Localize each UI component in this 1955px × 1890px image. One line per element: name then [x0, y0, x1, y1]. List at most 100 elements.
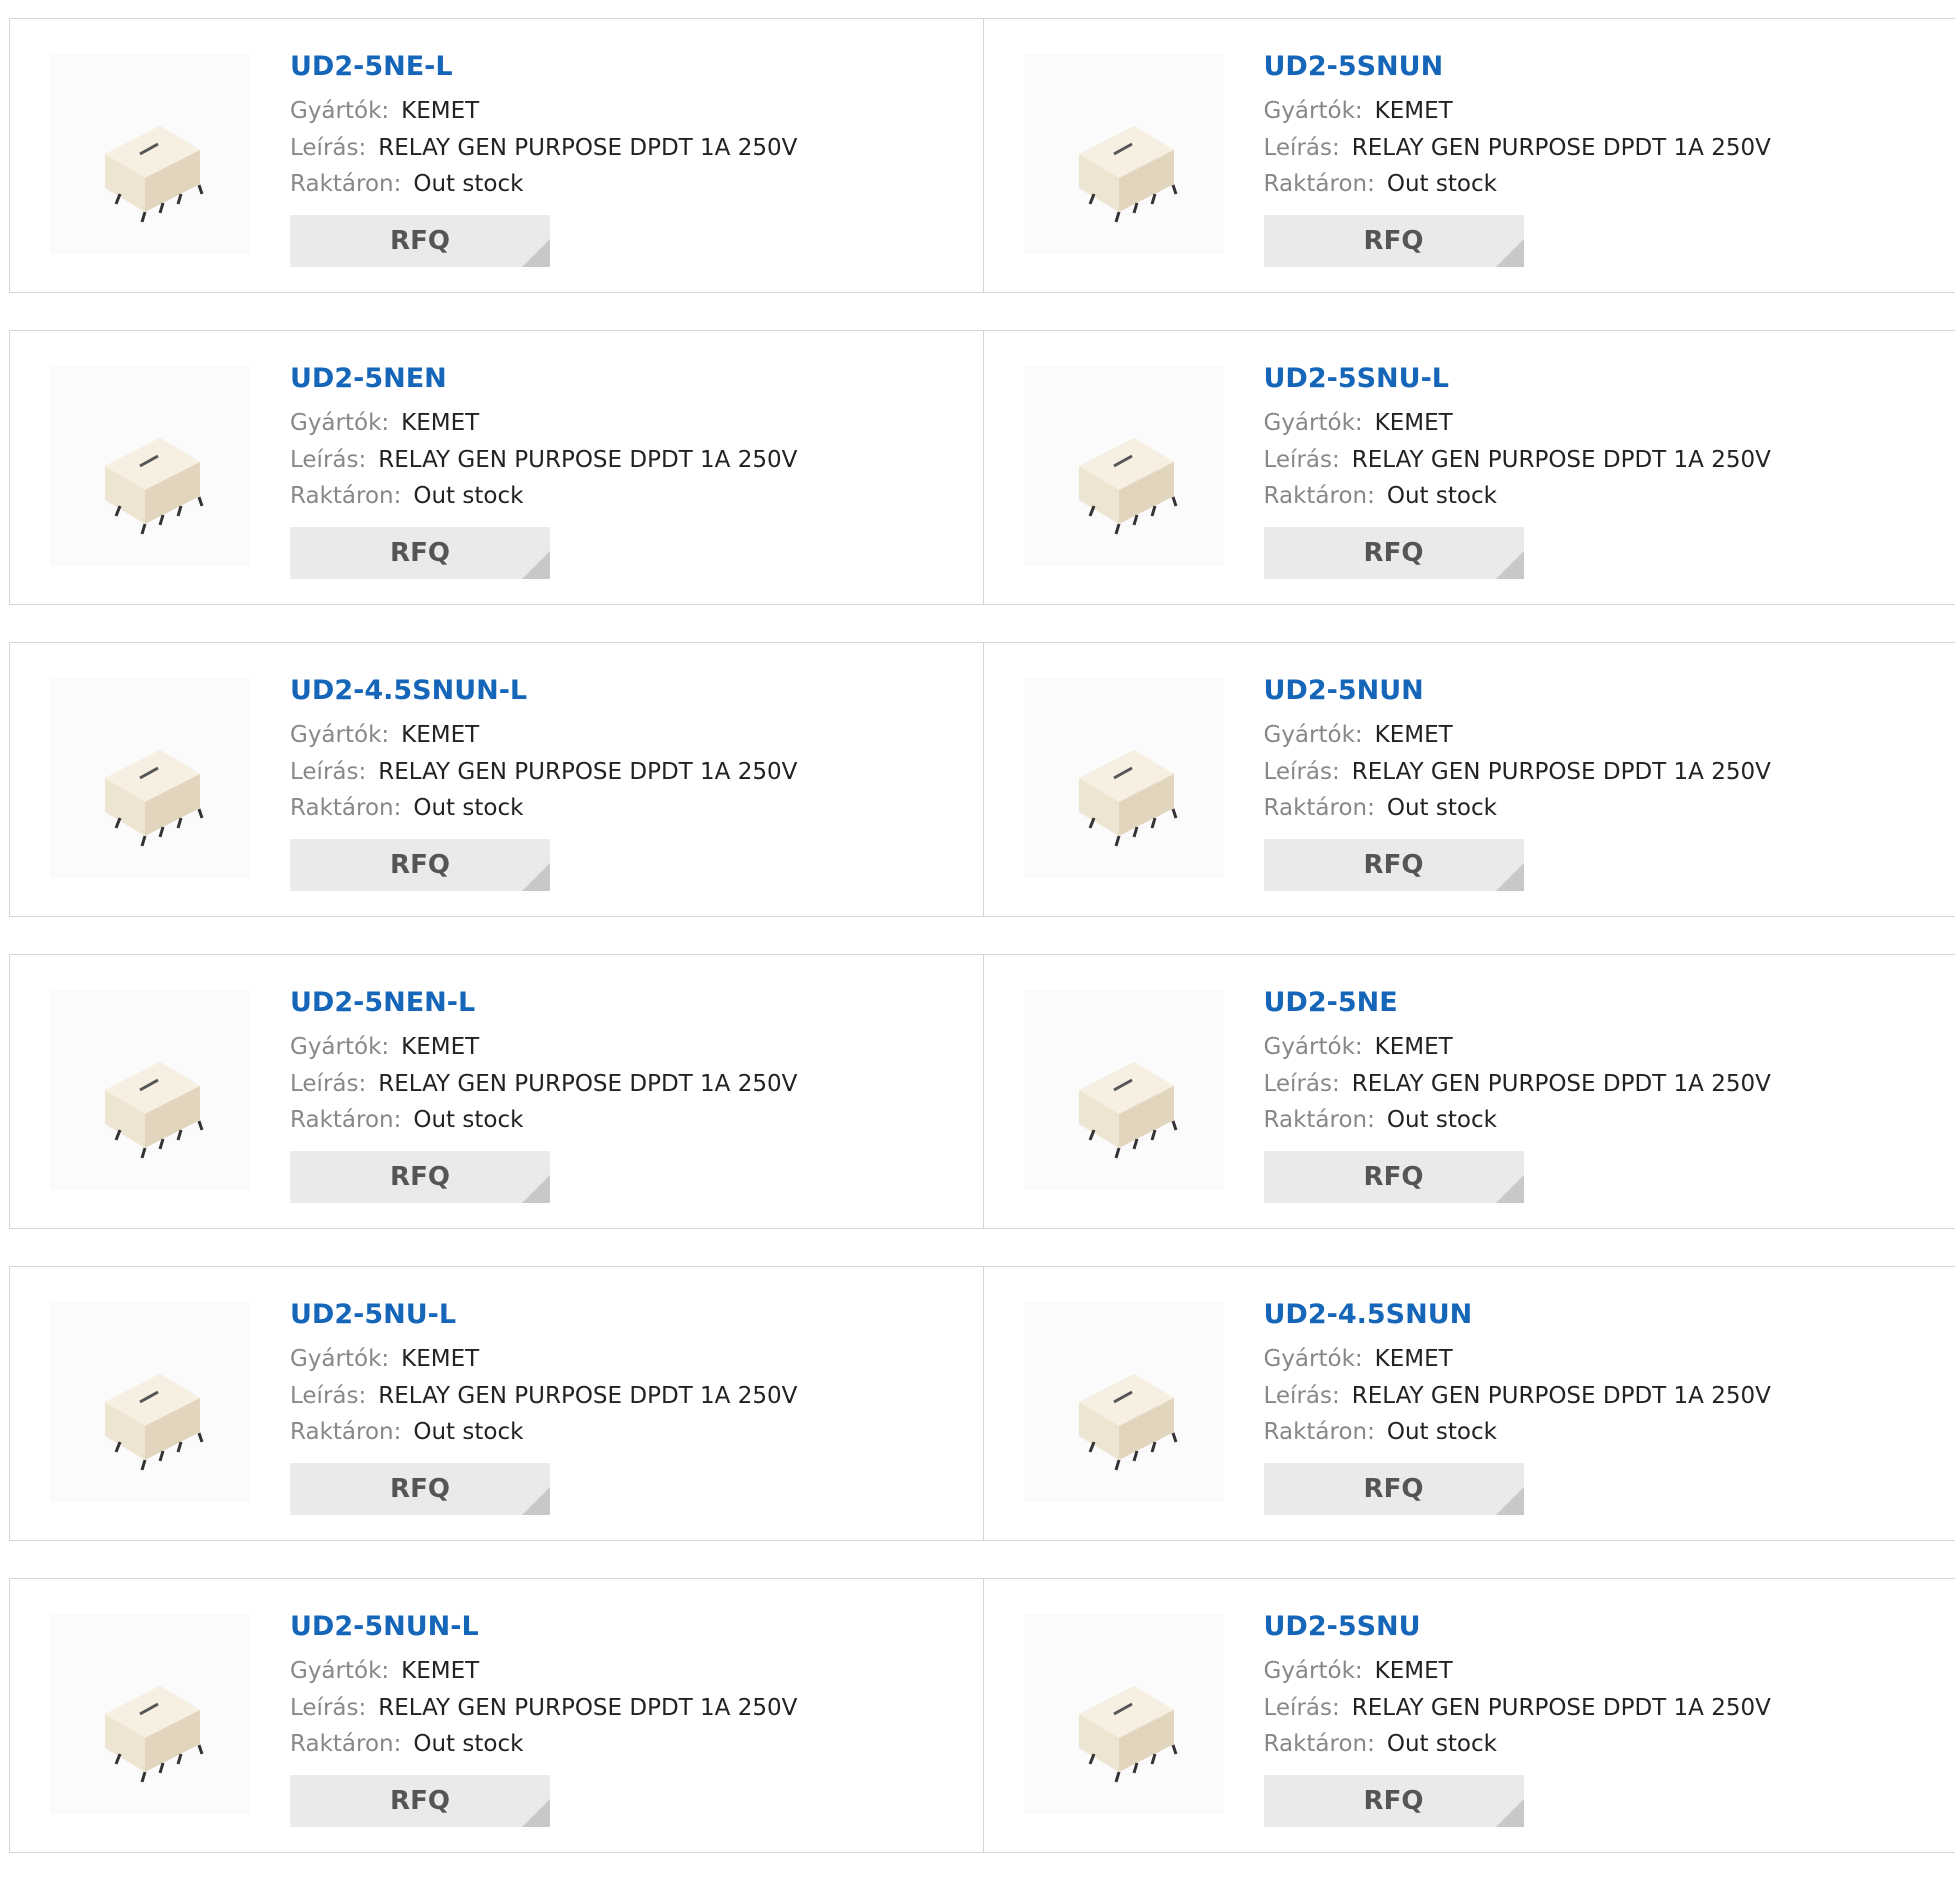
stock-label: Raktáron: [290, 171, 401, 197]
part-number-link[interactable]: UD2-4.5SNUN-L [290, 673, 797, 709]
stock-line: Raktáron:Out stock [290, 478, 797, 515]
product-image[interactable] [1024, 990, 1224, 1190]
relay-icon [50, 1614, 250, 1814]
description-label: Leírás: [1264, 1695, 1340, 1721]
rfq-label: RFQ [390, 226, 450, 256]
product-row: UD2-5NEN-L Gyártók: KEMET Leírás:RELAY GE… [9, 954, 1955, 1229]
product-image[interactable] [50, 366, 250, 566]
manufacturer-value: KEMET [401, 1346, 479, 1372]
corner-triangle-icon [1496, 239, 1524, 267]
product-image[interactable] [1024, 366, 1224, 566]
product-image[interactable] [50, 1614, 250, 1814]
manufacturer-value: KEMET [401, 1034, 479, 1060]
description-line: Leírás:RELAY GEN PURPOSE DPDT 1A 250V [1264, 1690, 1771, 1727]
relay-icon [50, 1302, 250, 1502]
product-card: UD2-5SNU-L Gyártók:KEMET Leírás:RELAY GE… [983, 331, 1955, 604]
part-number-link[interactable]: UD2-5NUN [1264, 673, 1771, 709]
stock-line: Raktáron:Out stock [1264, 1726, 1771, 1763]
part-number-link[interactable]: UD2-5NEN [290, 361, 797, 397]
corner-triangle-icon [522, 1487, 550, 1515]
part-number-link[interactable]: UD2-5SNUN [1264, 49, 1771, 85]
part-number-link[interactable]: UD2-5NE [1264, 985, 1771, 1021]
product-image[interactable] [50, 990, 250, 1190]
rfq-button[interactable]: RFQ [290, 215, 550, 267]
rfq-button[interactable]: RFQ [290, 839, 550, 891]
description-line: Leírás:RELAY GEN PURPOSE DPDT 1A 250V [290, 130, 797, 167]
manufacturer-value: KEMET [1375, 1658, 1453, 1684]
description-line: Leírás:RELAY GEN PURPOSE DPDT 1A 250V [1264, 1066, 1771, 1103]
part-number-link[interactable]: UD2-5SNU-L [1264, 361, 1771, 397]
part-number-link[interactable]: UD2-5NE-L [290, 49, 797, 85]
product-card: UD2-5NUN-L Gyártók:KEMET Leírás:RELAY GE… [10, 1579, 983, 1852]
relay-icon [1024, 54, 1224, 254]
stock-line: Raktáron:Out stock [1264, 790, 1771, 827]
manufacturer-value: KEMET [1375, 410, 1453, 436]
stock-value: Out stock [1387, 795, 1497, 821]
description-label: Leírás: [290, 1695, 366, 1721]
stock-line: Raktáron: Out stock [1264, 166, 1771, 203]
stock-value: Out stock [413, 1731, 523, 1757]
manufacturer-value: KEMET [1375, 1034, 1453, 1060]
stock-value: Out stock [1387, 171, 1497, 197]
relay-icon [50, 990, 250, 1190]
description-line: Leírás:RELAY GEN PURPOSE DPDT 1A 250V [290, 1690, 797, 1727]
description-value: RELAY GEN PURPOSE DPDT 1A 250V [1352, 135, 1771, 161]
part-number-link[interactable]: UD2-5NUN-L [290, 1609, 797, 1645]
part-number-link[interactable]: UD2-5NEN-L [290, 985, 797, 1021]
rfq-label: RFQ [390, 1474, 450, 1504]
rfq-button[interactable]: RFQ [290, 1151, 550, 1203]
part-number-link[interactable]: UD2-4.5SNUN [1264, 1297, 1771, 1333]
product-card: UD2-5NEN-L Gyártók: KEMET Leírás:RELAY GE… [10, 955, 983, 1228]
manufacturer-label: Gyártók: [1264, 410, 1363, 436]
description-line: Leírás:RELAY GEN PURPOSE DPDT 1A 250V [290, 754, 797, 791]
stock-label: Raktáron: [1264, 171, 1375, 197]
description-value: RELAY GEN PURPOSE DPDT 1A 250V [378, 1071, 797, 1097]
stock-line: Raktáron:Out stock [290, 1414, 797, 1451]
manufacturer-label: Gyártók: [290, 98, 389, 124]
relay-icon [1024, 366, 1224, 566]
rfq-button[interactable]: RFQ [290, 1775, 550, 1827]
rfq-label: RFQ [390, 850, 450, 880]
rfq-button[interactable]: RFQ [290, 527, 550, 579]
part-number-link[interactable]: UD2-5SNU [1264, 1609, 1771, 1645]
product-card: UD2-5SNUN Gyártók:KEMET Leírás:RELAY GEN… [983, 19, 1955, 292]
manufacturer-label: Gyártók: [290, 1034, 389, 1060]
manufacturer-line: Gyártók:KEMET [1264, 1653, 1771, 1690]
rfq-button[interactable]: RFQ [1264, 1463, 1524, 1515]
stock-line: Raktáron:Out stock [1264, 1414, 1771, 1451]
rfq-button[interactable]: RFQ [290, 1463, 550, 1515]
manufacturer-line: Gyártók:KEMET [1264, 1341, 1771, 1378]
corner-triangle-icon [1496, 1175, 1524, 1203]
corner-triangle-icon [522, 551, 550, 579]
manufacturer-line: Gyártók: KEMET [1264, 405, 1771, 442]
rfq-button[interactable]: RFQ [1264, 839, 1524, 891]
product-image[interactable] [50, 678, 250, 878]
manufacturer-line: Gyártók:KEMET [1264, 717, 1771, 754]
product-image[interactable] [50, 54, 250, 254]
product-card: UD2-5NUN Gyártók:KEMET Leírás:RELAY GEN … [983, 643, 1955, 916]
part-number-link[interactable]: UD2-5NU-L [290, 1297, 797, 1333]
rfq-button[interactable]: RFQ [1264, 1151, 1524, 1203]
product-image[interactable] [1024, 1302, 1224, 1502]
description-line: Leírás:RELAY GEN PURPOSE DPDT 1A 250V [290, 1066, 797, 1103]
product-image[interactable] [50, 1302, 250, 1502]
product-image[interactable] [1024, 1614, 1224, 1814]
product-image[interactable] [1024, 54, 1224, 254]
description-label: Leírás: [290, 1383, 366, 1409]
description-value: RELAY GEN PURPOSE DPDT 1A 250V [378, 135, 797, 161]
rfq-button[interactable]: RFQ [1264, 527, 1524, 579]
rfq-button[interactable]: RFQ [1264, 1775, 1524, 1827]
manufacturer-line: Gyártók:KEMET [290, 405, 797, 442]
product-card: UD2-5NEN Gyártók:KEMET Leírás:RELAY GEN … [10, 331, 983, 604]
stock-label: Raktáron: [290, 483, 401, 509]
stock-value: Out stock [1387, 483, 1497, 509]
product-image[interactable] [1024, 678, 1224, 878]
relay-icon [1024, 1302, 1224, 1502]
relay-icon [50, 678, 250, 878]
rfq-button[interactable]: RFQ [1264, 215, 1524, 267]
corner-triangle-icon [522, 863, 550, 891]
manufacturer-line: Gyártók:KEMET [1264, 93, 1771, 130]
manufacturer-label: Gyártók: [290, 1658, 389, 1684]
rfq-label: RFQ [1364, 1786, 1424, 1816]
stock-value: Out stock [413, 1107, 523, 1133]
